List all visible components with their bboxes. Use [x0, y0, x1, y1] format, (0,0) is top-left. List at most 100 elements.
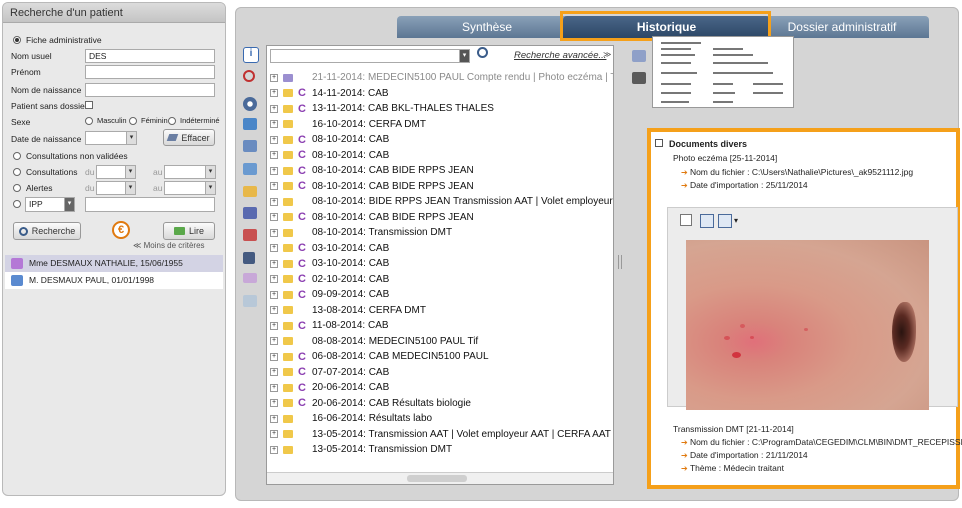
check-icon[interactable]	[243, 295, 259, 311]
history-row[interactable]: +16-06-2014: Résultats labo	[267, 411, 613, 427]
history-row[interactable]: + C 07-07-2014: CAB	[267, 365, 613, 381]
rotate-dropdown-icon[interactable]: ▾	[734, 216, 738, 225]
history-row[interactable]: + C 08-10-2014: CAB BIDE RPPS JEAN	[267, 179, 613, 195]
history-row[interactable]: + C 08-10-2014: CAB	[267, 132, 613, 148]
horizontal-scrollbar[interactable]	[267, 472, 613, 484]
expand-icon[interactable]: +	[270, 306, 278, 315]
history-row[interactable]: + C 14-11-2014: CAB	[267, 86, 613, 102]
patient-row[interactable]: Mme DESMAUX NATHALIE, 15/06/1955	[5, 255, 223, 272]
fit-icon[interactable]	[680, 214, 692, 226]
search-icon[interactable]	[477, 47, 491, 61]
consult-non-validees-radio[interactable]	[13, 152, 21, 160]
expand-icon[interactable]: +	[270, 166, 278, 175]
dropdown-icon[interactable]: ▾	[125, 166, 135, 178]
expand-icon[interactable]: +	[270, 213, 278, 222]
effacer-button[interactable]: Effacer	[163, 129, 215, 146]
consultations-du-input[interactable]: ▾	[96, 165, 136, 179]
doc2-title[interactable]: Transmission DMT [21-11-2014]	[673, 424, 794, 434]
history-row[interactable]: + C 20-06-2014: CAB	[267, 380, 613, 396]
euro-icon[interactable]: €	[112, 221, 130, 239]
history-row[interactable]: +08-08-2014: MEDECIN5100 PAUL Tif	[267, 334, 613, 350]
advanced-search-link[interactable]: Recherche avancée...	[514, 50, 606, 61]
expand-icon[interactable]: +	[270, 259, 278, 268]
history-row[interactable]: + C 03-10-2014: CAB	[267, 241, 613, 257]
indetermine-radio[interactable]	[168, 117, 176, 125]
dropdown-icon[interactable]: ▾	[64, 198, 74, 211]
expand-icon[interactable]: +	[270, 135, 278, 144]
collapse-doc-icon[interactable]	[655, 139, 663, 147]
expand-icon[interactable]: +	[270, 383, 278, 392]
splitter-handle[interactable]	[618, 255, 622, 269]
tab-synthese[interactable]: Synthèse	[397, 16, 577, 38]
history-row[interactable]: + C 02-10-2014: CAB	[267, 272, 613, 288]
lock-icon[interactable]	[243, 252, 259, 268]
edit-icon[interactable]	[243, 207, 259, 223]
history-row[interactable]: +21-11-2014: MEDECIN5100 PAUL Compte ren…	[267, 70, 613, 86]
expand-icon[interactable]: +	[270, 368, 278, 377]
dropdown-icon[interactable]: ▾	[125, 182, 135, 194]
recherche-button[interactable]: Recherche	[13, 222, 81, 240]
fiche-admin-radio[interactable]	[13, 36, 21, 44]
expand-icon[interactable]	[700, 214, 714, 228]
expand-icon[interactable]: +	[270, 337, 278, 346]
expand-icon[interactable]: +	[270, 352, 278, 361]
nom-usuel-input[interactable]: DES	[85, 49, 215, 63]
expand-icon[interactable]: +	[270, 290, 278, 299]
consultations-au-input[interactable]: ▾	[164, 165, 216, 179]
history-row[interactable]: + C 09-09-2014: CAB	[267, 287, 613, 303]
ipp-input[interactable]	[85, 197, 215, 212]
alertes-radio[interactable]	[13, 184, 21, 192]
dropdown-icon[interactable]: ▾	[205, 166, 215, 178]
expand-icon[interactable]: +	[270, 228, 278, 237]
history-row[interactable]: +13-08-2014: CERFA DMT	[267, 303, 613, 319]
alertes-au-input[interactable]: ▾	[164, 181, 216, 195]
expand-icon[interactable]: +	[270, 104, 278, 113]
expand-icon[interactable]: +	[270, 197, 278, 206]
expand-icon[interactable]: +	[270, 244, 278, 253]
export-icon[interactable]	[243, 163, 259, 179]
printer-icon[interactable]	[632, 72, 646, 84]
document-thumbnail[interactable]	[652, 36, 794, 108]
ipp-select[interactable]: IPP ▾	[25, 197, 75, 212]
consultations-radio[interactable]	[13, 168, 21, 176]
calendar-dropdown-icon[interactable]: ▾	[126, 132, 136, 144]
history-row[interactable]: + C 20-06-2014: CAB Résultats biologie	[267, 396, 613, 412]
history-row[interactable]: + C 08-10-2014: CAB BIDE RPPS JEAN	[267, 210, 613, 226]
alertes-du-input[interactable]: ▾	[96, 181, 136, 195]
history-row[interactable]: + C 11-08-2014: CAB	[267, 318, 613, 334]
sans-dossier-checkbox[interactable]	[85, 101, 93, 109]
feminin-radio[interactable]	[129, 117, 137, 125]
tab-dossier-administratif[interactable]: Dossier administratif	[755, 16, 929, 38]
history-row[interactable]: +08-10-2014: Transmission DMT	[267, 225, 613, 241]
documents-icon[interactable]	[632, 50, 646, 62]
ipp-radio[interactable]	[13, 200, 21, 208]
expand-icon[interactable]: +	[270, 321, 278, 330]
dropdown-icon[interactable]: ▾	[205, 182, 215, 194]
rotate-icon[interactable]	[718, 214, 732, 228]
nom-naissance-input[interactable]	[85, 83, 215, 97]
history-row[interactable]: + C 08-10-2014: CAB BIDE RPPS JEAN	[267, 163, 613, 179]
expand-icon[interactable]: +	[270, 399, 278, 408]
settings-icon[interactable]	[243, 97, 259, 113]
doc1-title[interactable]: Photo eczéma [25-11-2014]	[673, 153, 777, 163]
zoom-out-icon[interactable]	[243, 70, 259, 86]
info-icon[interactable]: i	[243, 47, 259, 63]
expand-icon[interactable]: +	[270, 445, 278, 454]
expand-icon[interactable]: +	[270, 120, 278, 129]
network-icon[interactable]	[243, 140, 259, 156]
expand-icon[interactable]: +	[270, 414, 278, 423]
transfer-icon[interactable]	[243, 118, 259, 134]
masculin-radio[interactable]	[85, 117, 93, 125]
history-row[interactable]: +13-05-2014: Transmission DMT	[267, 442, 613, 458]
scrollbar-thumb[interactable]	[407, 475, 467, 482]
expand-icon[interactable]: +	[270, 151, 278, 160]
expand-icon[interactable]: +	[270, 430, 278, 439]
expand-icon[interactable]: +	[270, 89, 278, 98]
prenom-input[interactable]	[85, 65, 215, 79]
expand-icon[interactable]: +	[270, 182, 278, 191]
history-row[interactable]: +16-10-2014: CERFA DMT	[267, 117, 613, 133]
history-search-select[interactable]: ▾	[270, 49, 470, 63]
dropdown-icon[interactable]: ▾	[459, 50, 469, 62]
chart-icon[interactable]	[243, 229, 259, 245]
expand-down-icon[interactable]: ≫	[603, 50, 611, 59]
